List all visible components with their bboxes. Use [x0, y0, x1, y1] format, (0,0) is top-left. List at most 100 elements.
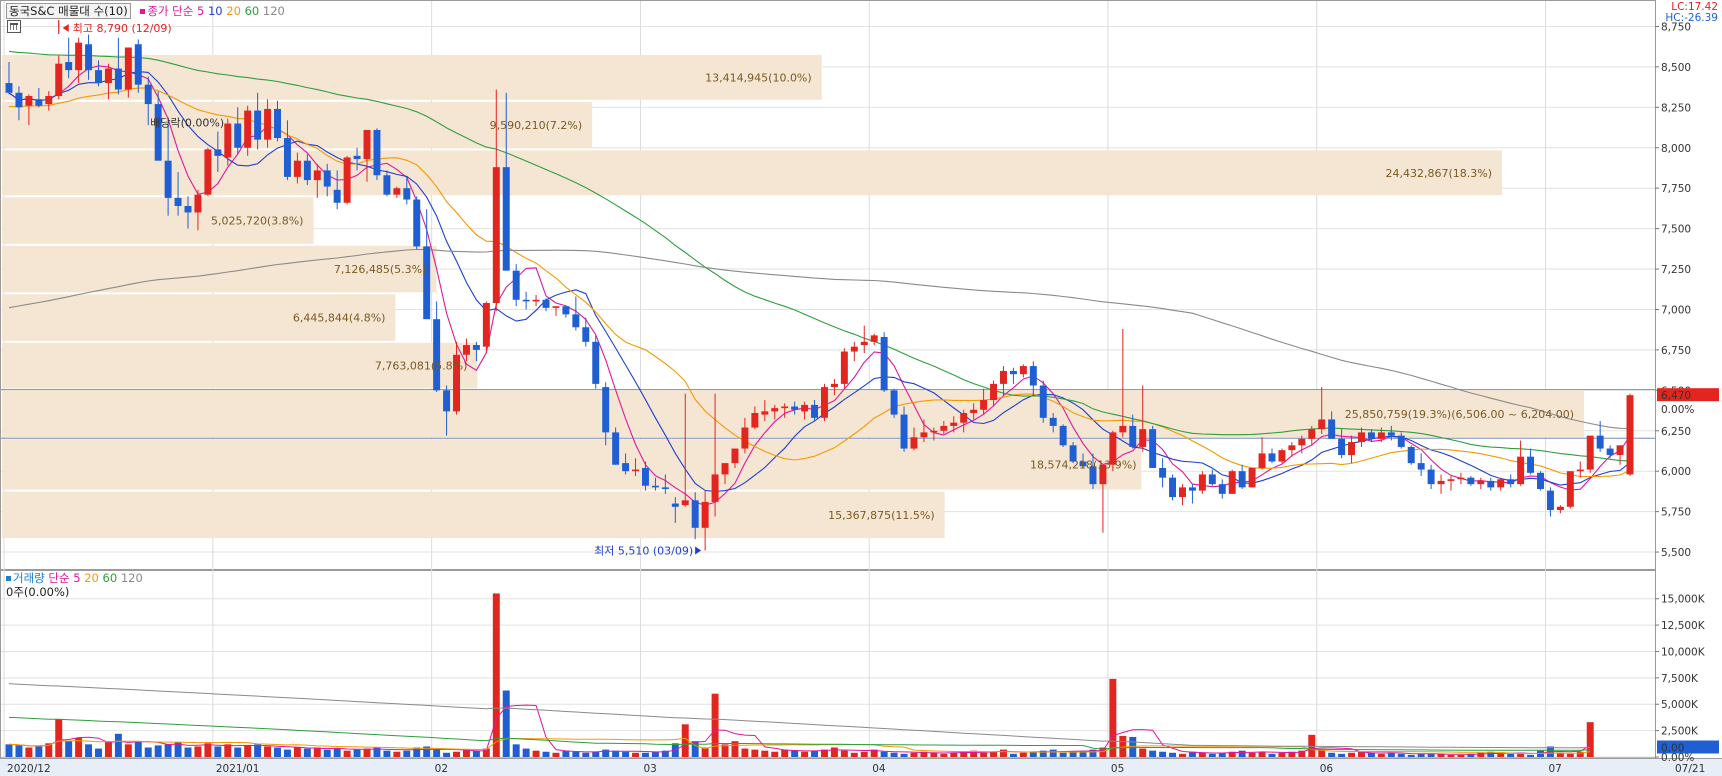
candle-body — [1218, 484, 1226, 494]
candle-body — [1149, 429, 1157, 468]
volume-tick-label: 7,500K — [1661, 673, 1699, 685]
candle-body — [383, 175, 391, 195]
price-tick-label: 8,250 — [1661, 102, 1691, 114]
candle-body — [144, 84, 152, 105]
candle-body — [641, 467, 649, 486]
volume-bar — [224, 744, 232, 757]
volume-bar — [274, 747, 281, 757]
candle-body — [1029, 366, 1037, 386]
candle-body — [1358, 432, 1365, 443]
low-arrow-icon — [695, 546, 702, 555]
calendar-icon[interactable] — [7, 20, 21, 33]
candle-body — [15, 92, 23, 108]
volume-bars — [5, 593, 1594, 757]
ex-dividend-label: 배당락(0.00%) — [150, 117, 224, 130]
volume-bar — [940, 753, 948, 757]
candle-body — [1606, 448, 1614, 456]
candle-body — [154, 104, 162, 161]
candle-body — [1238, 471, 1246, 488]
candle-body — [542, 299, 550, 308]
candle-body — [1188, 487, 1196, 491]
candle-body — [860, 341, 868, 346]
volume-bar — [453, 751, 460, 757]
volume-bar — [1566, 753, 1574, 757]
candle-body — [880, 336, 888, 391]
volume-bar — [234, 747, 242, 757]
volume-bar — [1397, 753, 1405, 757]
volume-bar — [413, 747, 421, 757]
candle-body — [254, 110, 262, 140]
candle-body — [1477, 480, 1485, 485]
volume-bar — [791, 750, 799, 757]
candle-body — [25, 96, 33, 106]
candle-body — [791, 406, 799, 410]
volume-bar — [492, 593, 500, 757]
volume-bar — [840, 750, 848, 757]
candle-body — [1387, 432, 1395, 436]
candle-body — [1049, 417, 1057, 426]
volume-bar — [65, 741, 73, 757]
volume-bar — [651, 751, 659, 757]
volume-bar — [104, 741, 112, 757]
candle-body — [343, 157, 351, 203]
candle-body — [1308, 429, 1316, 439]
volume-bar — [910, 752, 918, 757]
ma-legend-120: 120 — [262, 4, 285, 18]
candle-body — [1328, 419, 1336, 439]
volume-bar — [95, 748, 102, 757]
candle-body — [1318, 419, 1326, 430]
volume-tick-label: 10,000K — [1661, 646, 1706, 658]
high-arrow-icon — [62, 24, 69, 32]
candle-body — [970, 409, 978, 413]
volume-bar — [124, 744, 132, 757]
volume-bar — [741, 748, 749, 757]
candle-body — [651, 485, 659, 488]
volume-bar — [5, 744, 13, 757]
candle-body — [35, 99, 43, 106]
volume-bar — [1268, 753, 1276, 757]
x-tick-label: 2021/01 — [216, 763, 260, 775]
candle-body — [751, 412, 759, 428]
candle-body — [1377, 432, 1385, 439]
candle-body — [1338, 438, 1346, 456]
volume-bar — [950, 752, 958, 757]
candle-body — [1527, 456, 1535, 473]
x-tick-label: 06 — [1320, 763, 1334, 775]
candle-body — [1576, 469, 1584, 472]
volume-bar — [1457, 754, 1465, 757]
candle-body — [1407, 446, 1415, 464]
candle-body — [1616, 445, 1624, 456]
volume-legend-60: 60 — [102, 571, 118, 585]
volume-bar — [35, 746, 43, 757]
price-tick-label: 7,750 — [1661, 183, 1691, 195]
volume-bar — [641, 752, 649, 757]
candle-body — [1119, 425, 1127, 433]
candle-body — [1437, 480, 1445, 485]
volume-bar — [572, 751, 580, 757]
volume-bar — [562, 750, 570, 757]
candle-body — [830, 383, 838, 388]
candle-body — [75, 42, 83, 71]
candle-body — [333, 189, 341, 203]
candle-body — [234, 123, 242, 148]
candle-body — [1298, 438, 1306, 446]
candle-body — [1348, 442, 1356, 456]
volume-bar — [1348, 752, 1356, 757]
volume-bar — [1407, 754, 1415, 757]
chart-title-box[interactable]: 동국S&C 매물대 수(10) — [6, 3, 131, 19]
candle-body — [1397, 435, 1405, 447]
volume-bar — [751, 749, 759, 757]
candle-body — [582, 327, 590, 342]
volume-bar — [1198, 752, 1206, 757]
price-tick-label: 6,250 — [1661, 426, 1691, 438]
volume-ma-120 — [8, 683, 1591, 749]
volume-bar — [462, 749, 470, 757]
candle-body — [721, 463, 729, 475]
volume-bar — [333, 748, 341, 757]
high-label: 최고 8,790 (12/09) — [73, 22, 172, 35]
candle-body — [950, 422, 958, 426]
volume-profile-label: 5,025,720(3.8%) — [211, 215, 304, 228]
volume-bar — [1338, 753, 1346, 757]
candle-body — [1228, 471, 1236, 494]
volume-bar — [283, 749, 291, 757]
